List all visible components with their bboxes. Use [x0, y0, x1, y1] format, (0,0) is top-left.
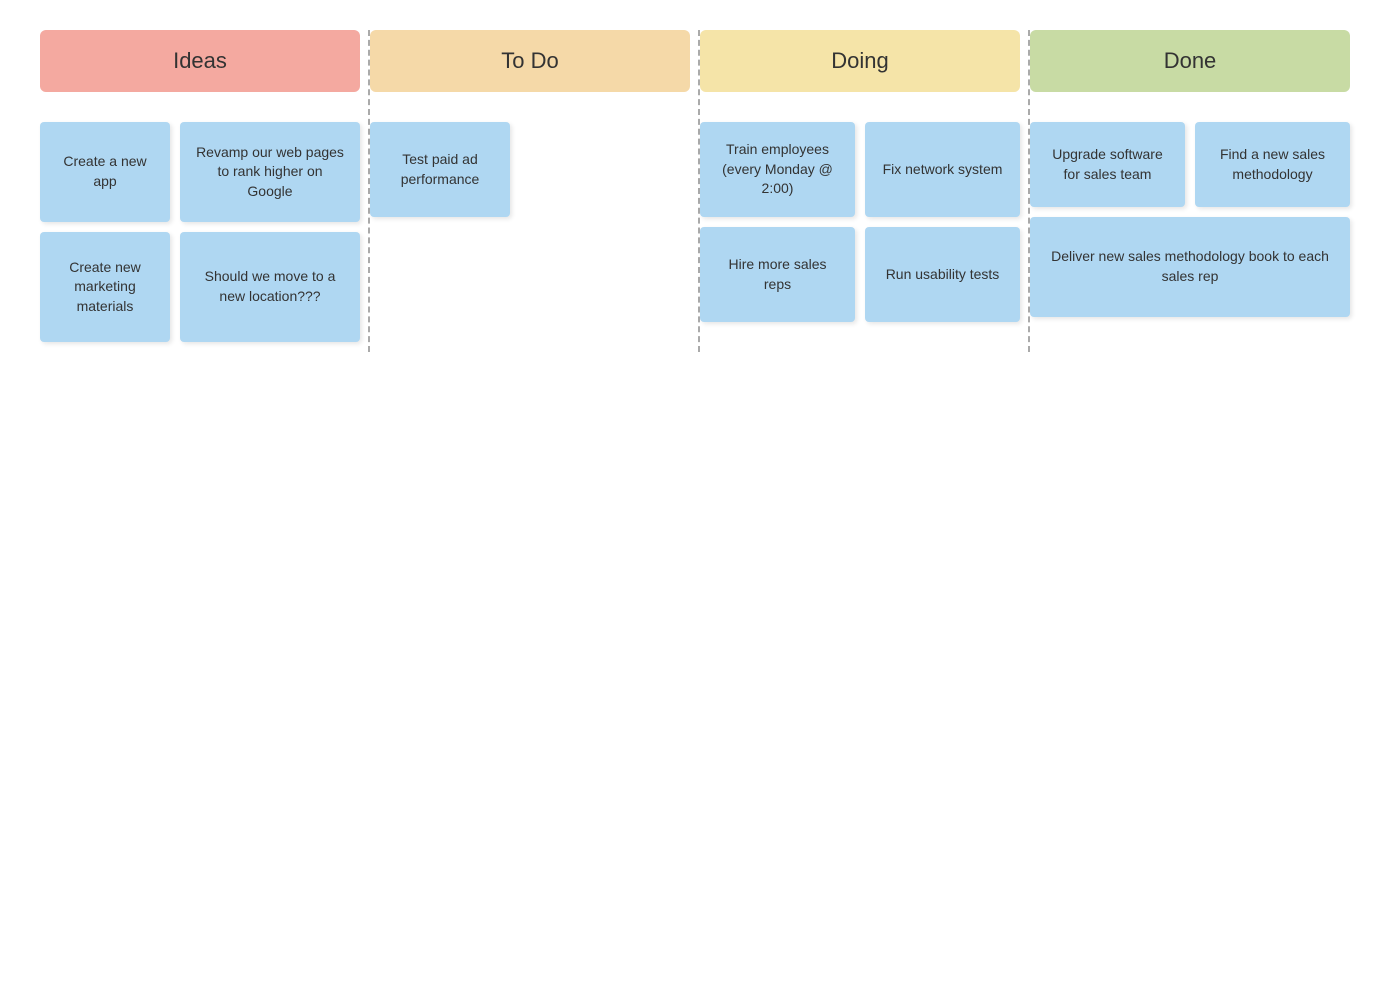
todo-row-1: Test paid ad performance — [370, 122, 690, 217]
ideas-row-1: Create a new app Revamp our web pages to… — [40, 122, 360, 222]
column-doing: Doing Train employees (every Monday @ 2:… — [700, 30, 1030, 352]
column-done-header: Done — [1030, 30, 1350, 92]
card-move-location[interactable]: Should we move to a new location??? — [180, 232, 360, 342]
card-test-paid-ad[interactable]: Test paid ad performance — [370, 122, 510, 217]
card-revamp-web-pages[interactable]: Revamp our web pages to rank higher on G… — [180, 122, 360, 222]
kanban-board: Ideas Create a new app Revamp our web pa… — [0, 0, 1400, 382]
column-ideas: Ideas Create a new app Revamp our web pa… — [40, 30, 370, 352]
ideas-row-2: Create new marketing materials Should we… — [40, 232, 360, 342]
done-cards-area: Upgrade software for sales team Find a n… — [1030, 122, 1360, 327]
doing-row-1: Train employees (every Monday @ 2:00) Fi… — [700, 122, 1020, 217]
column-todo-header: To Do — [370, 30, 690, 92]
column-todo: To Do Test paid ad performance — [370, 30, 700, 352]
card-deliver-methodology-book[interactable]: Deliver new sales methodology book to ea… — [1030, 217, 1350, 317]
column-doing-header: Doing — [700, 30, 1020, 92]
column-ideas-header: Ideas — [40, 30, 360, 92]
card-create-marketing[interactable]: Create new marketing materials — [40, 232, 170, 342]
column-done: Done Upgrade software for sales team Fin… — [1030, 30, 1360, 352]
done-row-2: Deliver new sales methodology book to ea… — [1030, 217, 1350, 317]
ideas-cards-area: Create a new app Revamp our web pages to… — [40, 122, 370, 352]
doing-row-2: Hire more sales reps Run usability tests — [700, 227, 1020, 322]
done-row-1: Upgrade software for sales team Find a n… — [1030, 122, 1350, 207]
doing-cards-area: Train employees (every Monday @ 2:00) Fi… — [700, 122, 1030, 332]
todo-cards-area: Test paid ad performance — [370, 122, 700, 227]
card-upgrade-software[interactable]: Upgrade software for sales team — [1030, 122, 1185, 207]
card-fix-network[interactable]: Fix network system — [865, 122, 1020, 217]
card-create-new-app[interactable]: Create a new app — [40, 122, 170, 222]
card-hire-sales-reps[interactable]: Hire more sales reps — [700, 227, 855, 322]
card-run-usability[interactable]: Run usability tests — [865, 227, 1020, 322]
card-train-employees[interactable]: Train employees (every Monday @ 2:00) — [700, 122, 855, 217]
card-find-sales-methodology[interactable]: Find a new sales methodology — [1195, 122, 1350, 207]
